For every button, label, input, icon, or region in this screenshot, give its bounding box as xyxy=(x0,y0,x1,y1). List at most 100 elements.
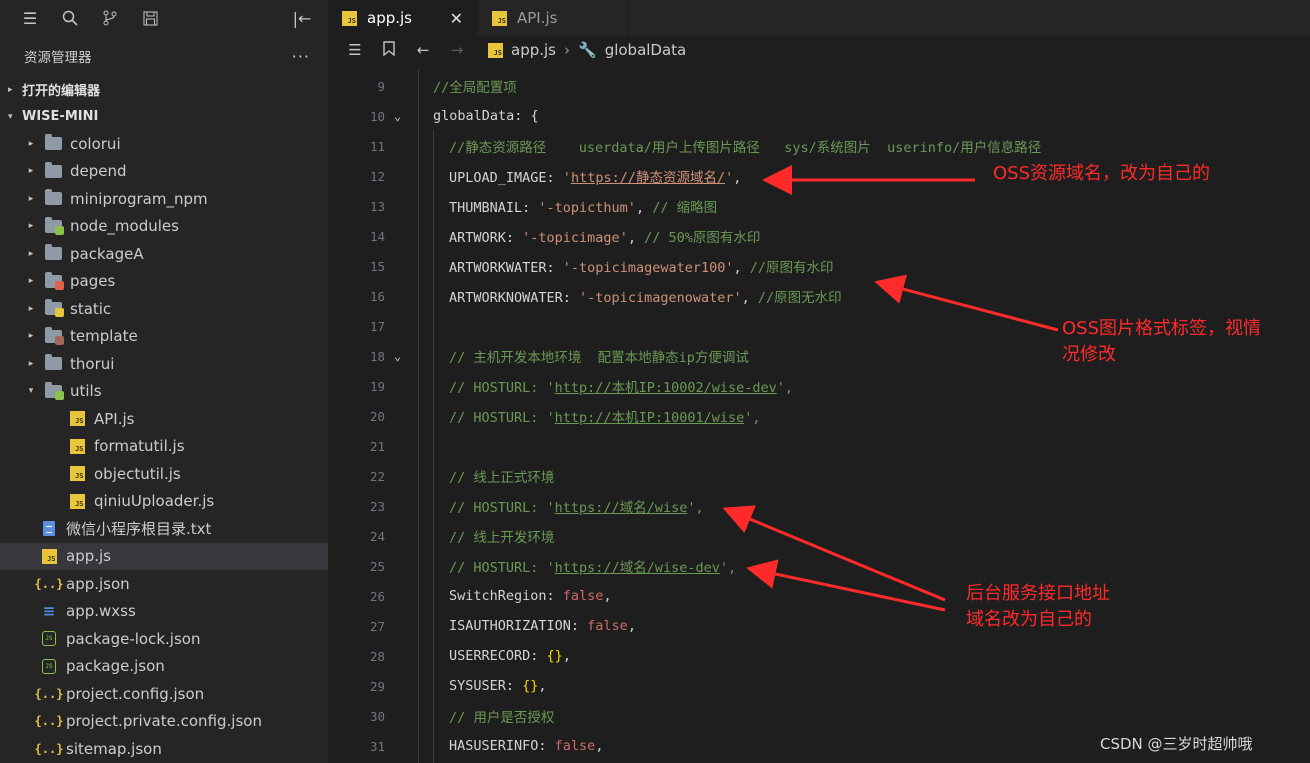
code-token: // 线上正式环境 xyxy=(449,470,555,486)
close-icon[interactable]: ✕ xyxy=(450,9,463,28)
search-icon[interactable] xyxy=(50,0,90,36)
chevron-right-icon: ▸ xyxy=(28,166,34,177)
explorer-title: 资源管理器 xyxy=(24,50,92,66)
code-line[interactable]: 27 ISAUTHORIZATION: false, xyxy=(328,611,1310,641)
code-text: SwitchRegion: false, xyxy=(449,588,612,604)
file-item[interactable]: ≡ app.wxss xyxy=(0,598,328,626)
file-item[interactable]: 微信小程序根目录.txt xyxy=(0,515,328,543)
tab-api-js[interactable]: JS API.js xyxy=(478,0,628,36)
folder-item[interactable]: ▸ colorui xyxy=(0,130,328,158)
code-line[interactable]: 10 ⌄ globalData: { xyxy=(328,101,1310,131)
code-token: ', xyxy=(719,560,737,576)
code-token: ARTWORK: xyxy=(449,230,523,246)
more-actions-icon[interactable]: ··· xyxy=(292,47,310,66)
tree-item-label: static xyxy=(70,299,112,318)
save-icon[interactable] xyxy=(130,0,170,36)
file-item[interactable]: JS app.js xyxy=(0,542,328,570)
tree-item-label: template xyxy=(70,327,138,346)
folder-item[interactable]: ▾ utils xyxy=(0,378,328,406)
tree-item-label: objectutil.js xyxy=(94,464,181,483)
file-item[interactable]: JS qiniuUploader.js xyxy=(0,488,328,516)
tab-label: app.js xyxy=(367,9,412,27)
file-item[interactable]: JS formatutil.js xyxy=(0,433,328,461)
code-text: // HOSTURL: 'http://本机IP:10001/wise', xyxy=(449,406,761,426)
code-token: , xyxy=(733,260,750,276)
code-text: ARTWORKWATER: '-topicimagewater100', //原… xyxy=(449,256,834,276)
code-token: , xyxy=(603,588,612,604)
code-line[interactable]: 25 // HOSTURL: 'https://域名/wise-dev', xyxy=(328,551,1310,581)
folder-item[interactable]: ▸ depend xyxy=(0,158,328,186)
code-line[interactable]: 23 // HOSTURL: 'https://域名/wise', xyxy=(328,491,1310,521)
file-item[interactable]: {..} project.private.config.json xyxy=(0,708,328,736)
fold-chevron-icon[interactable]: ⌄ xyxy=(394,109,401,123)
folder-item[interactable]: ▸ node_modules xyxy=(0,213,328,241)
file-item[interactable]: {..} sitemap.json xyxy=(0,735,328,763)
code-text: ARTWORKNOWATER: '-topicimagenowater', //… xyxy=(449,286,842,306)
code-token: SYSUSER: xyxy=(449,678,523,694)
code-line[interactable]: 28 USERRECORD: {}, xyxy=(328,641,1310,671)
code-token: // 50%原图有水印 xyxy=(644,230,761,246)
code-line[interactable]: 21 xyxy=(328,431,1310,461)
code-line[interactable]: 26 SwitchRegion: false, xyxy=(328,581,1310,611)
folder-icon xyxy=(44,134,62,151)
back-arrow-icon[interactable]: ← xyxy=(406,41,440,59)
code-line[interactable]: 22 // 线上正式环境 xyxy=(328,461,1310,491)
file-item[interactable]: {..} project.config.json xyxy=(0,680,328,708)
project-section[interactable]: ▾ WISE-MINI xyxy=(0,103,328,130)
forward-arrow-icon[interactable]: → xyxy=(440,41,474,59)
code-line[interactable]: 9 //全局配置项 xyxy=(328,71,1310,101)
code-line[interactable]: 13 THUMBNAIL: '-topicthum', // 缩略图 xyxy=(328,191,1310,221)
annotation-oss-format: OSS图片格式标签，视情 况修改 xyxy=(1062,318,1262,365)
code-line[interactable]: 11 //静态资源路径 userdata/用户上传图片路径 sys/系统图片 us… xyxy=(328,131,1310,161)
code-token: ', xyxy=(687,500,704,516)
open-editors-section[interactable]: ▸ 打开的编辑器 xyxy=(0,76,328,103)
folder-item[interactable]: ▸ thorui xyxy=(0,350,328,378)
code-token: '-topicimagewater100' xyxy=(562,260,734,276)
watermark: CSDN @三岁时超帅哦 xyxy=(1100,735,1253,753)
code-line[interactable]: 19 // HOSTURL: 'http://本机IP:10002/wise-de… xyxy=(328,371,1310,401)
code-line[interactable]: 15 ARTWORKWATER: '-topicimagewater100', /… xyxy=(328,251,1310,281)
breadcrumb-file[interactable]: app.js xyxy=(511,41,556,59)
chevron-right-icon: ▸ xyxy=(28,248,34,259)
collapse-sidebar-icon[interactable]: |← xyxy=(282,0,322,36)
code-line[interactable]: 30 // 用户是否授权 xyxy=(328,701,1310,731)
folder-item[interactable]: ▸ template xyxy=(0,323,328,351)
file-item[interactable]: JS objectutil.js xyxy=(0,460,328,488)
code-line[interactable]: 16 ARTWORKNOWATER: '-topicimagenowater', … xyxy=(328,281,1310,311)
line-number: 19 xyxy=(369,378,385,394)
code-text: HASUSERINFO: false, xyxy=(449,738,603,754)
code-line[interactable]: 14 ARTWORK: '-topicimage', // 50%原图有水印 xyxy=(328,221,1310,251)
tree-item-label: node_modules xyxy=(70,217,179,236)
list-icon[interactable]: ☰ xyxy=(338,41,372,59)
json-file-icon: {..} xyxy=(34,686,64,701)
line-number: 12 xyxy=(369,168,385,184)
file-item[interactable]: JS package-lock.json xyxy=(0,625,328,653)
fold-chevron-icon[interactable]: ⌄ xyxy=(394,349,401,363)
tree-item-label: app.js xyxy=(66,547,111,566)
menu-icon[interactable]: ☰ xyxy=(10,0,50,36)
code-token: globalData: xyxy=(433,108,531,124)
file-item[interactable]: JS package.json xyxy=(0,653,328,681)
folder-item[interactable]: ▸ static xyxy=(0,295,328,323)
code-token: https://域名/wise xyxy=(554,500,688,516)
code-token: ARTWORKWATER: xyxy=(449,260,563,276)
code-token: ISAUTHORIZATION: xyxy=(449,618,588,634)
chevron-down-icon: ▾ xyxy=(28,386,34,397)
source-control-icon[interactable] xyxy=(90,0,130,36)
tab-app-js[interactable]: JS app.js ✕ xyxy=(328,0,478,36)
folder-item[interactable]: ▸ miniprogram_npm xyxy=(0,185,328,213)
folder-icon xyxy=(44,299,64,318)
code-line[interactable]: 24 // 线上开发环境 xyxy=(328,521,1310,551)
code-line[interactable]: 29 SYSUSER: {}, xyxy=(328,671,1310,701)
code-text: THUMBNAIL: '-topicthum', // 缩略图 xyxy=(449,196,717,216)
folder-item[interactable]: ▸ packageA xyxy=(0,240,328,268)
file-item[interactable]: {..} app.json xyxy=(0,570,328,598)
code-token: USERRECORD: xyxy=(449,648,547,664)
folder-item[interactable]: ▸ pages xyxy=(0,268,328,296)
file-item[interactable]: JS API.js xyxy=(0,405,328,433)
bookmark-icon[interactable] xyxy=(372,40,406,60)
js-file-icon: JS xyxy=(342,10,357,26)
tree-item-label: depend xyxy=(70,162,127,181)
code-line[interactable]: 20 // HOSTURL: 'http://本机IP:10001/wise', xyxy=(328,401,1310,431)
breadcrumb-symbol[interactable]: globalData xyxy=(605,41,687,59)
